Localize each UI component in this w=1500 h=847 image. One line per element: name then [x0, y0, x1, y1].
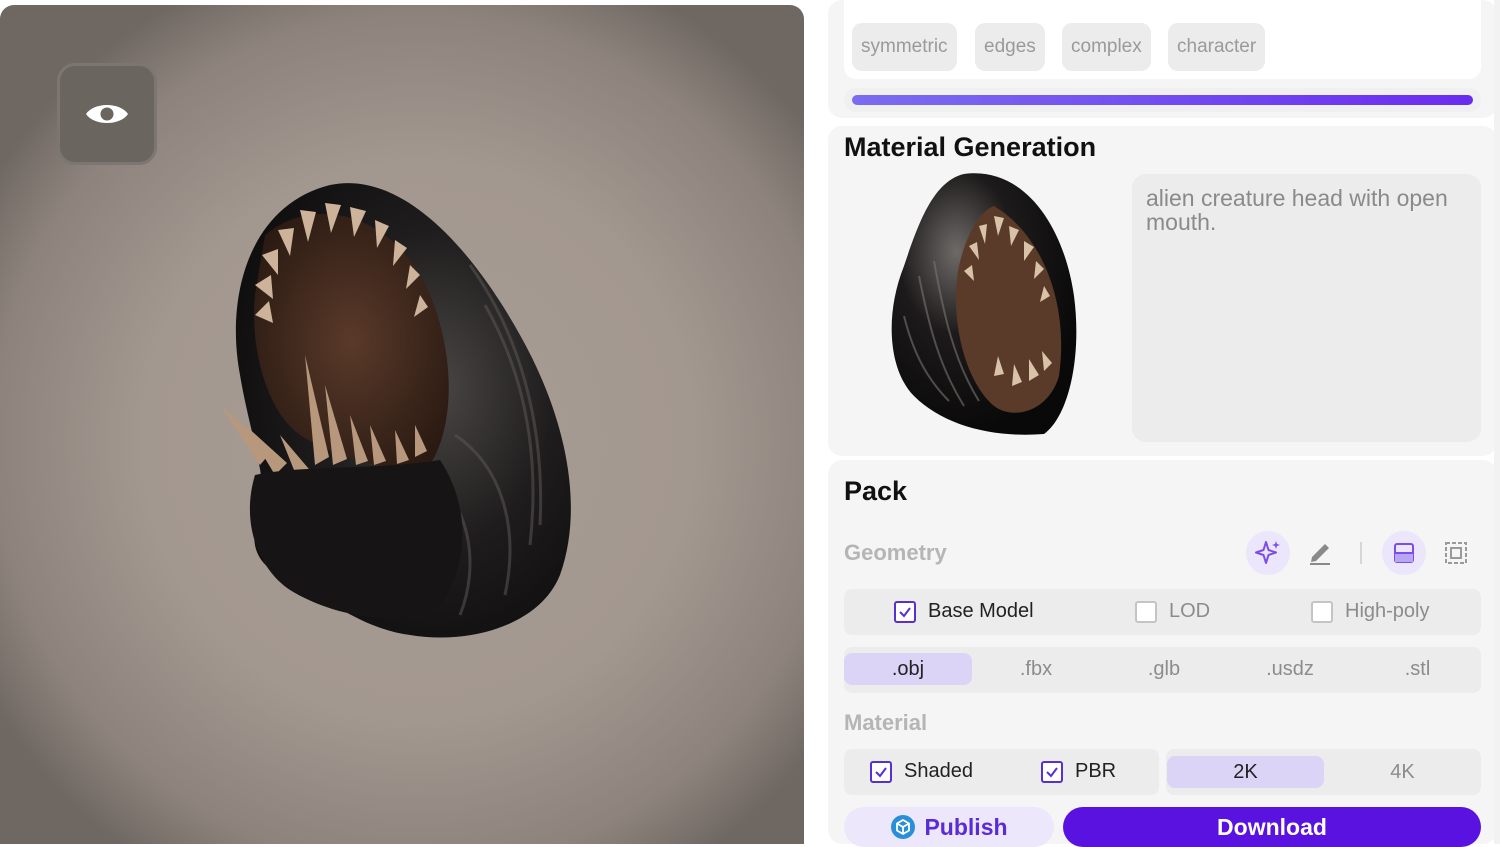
checkbox-icon — [1311, 600, 1333, 623]
publish-button[interactable]: Publish — [844, 807, 1054, 847]
bounding-box-button[interactable] — [1434, 531, 1478, 575]
tag-chip[interactable]: edges — [975, 23, 1045, 71]
model-viewport[interactable] — [0, 5, 804, 844]
cube-logo-icon — [891, 815, 916, 839]
ai-generate-button[interactable] — [1246, 531, 1290, 575]
section-title: Material Generation — [844, 132, 1097, 162]
option-label: Base Model — [928, 600, 1034, 622]
section-title: Pack — [844, 476, 908, 506]
sparkle-icon — [1255, 541, 1280, 564]
progress-bar — [844, 88, 1481, 112]
resolution-selector: 2K 4K — [1166, 749, 1481, 795]
checkbox-icon — [1135, 600, 1157, 623]
publish-label: Publish — [924, 813, 1008, 840]
progress-fill — [852, 95, 1473, 105]
tag-chip[interactable]: symmetric — [852, 23, 957, 71]
tag-list: symmetric edges complex character — [844, 0, 1481, 79]
format-option-usdz[interactable]: .usdz — [1226, 653, 1354, 685]
geometry-options-row: Base Model LOD High-poly — [844, 589, 1481, 635]
tag-chip[interactable]: character — [1168, 23, 1266, 71]
shaded-checkbox[interactable]: Shaded — [870, 760, 973, 783]
pbr-checkbox[interactable]: PBR — [1041, 760, 1116, 783]
checkbox-icon — [870, 760, 892, 783]
uv-layout-button[interactable] — [1382, 531, 1426, 575]
toolbar-divider — [1360, 542, 1362, 564]
format-option-glb[interactable]: .glb — [1100, 653, 1228, 685]
material-generation-card: Material Generation alien creature head … — [828, 126, 1497, 456]
resolution-option-2k[interactable]: 2K — [1167, 756, 1324, 788]
format-option-obj[interactable]: .obj — [844, 653, 972, 685]
format-option-stl[interactable]: .stl — [1354, 653, 1481, 685]
high-poly-checkbox[interactable]: High-poly — [1311, 600, 1429, 623]
resolution-option-4k[interactable]: 4K — [1324, 756, 1481, 788]
format-option-fbx[interactable]: .fbx — [972, 653, 1100, 685]
option-label: LOD — [1169, 600, 1211, 622]
geometry-label: Geometry — [844, 540, 947, 565]
download-button[interactable]: Download — [1063, 807, 1481, 847]
bounding-box-icon — [1445, 542, 1467, 564]
lod-checkbox[interactable]: LOD — [1135, 600, 1210, 623]
option-label: High-poly — [1345, 600, 1430, 622]
material-options-row: Shaded PBR — [844, 749, 1159, 795]
geometry-summary-card: symmetric edges complex character — [828, 0, 1497, 118]
material-prompt-textarea[interactable]: alien creature head with open mouth. — [1132, 174, 1481, 442]
checkbox-icon — [894, 600, 916, 623]
edit-button[interactable] — [1298, 531, 1342, 575]
side-panel: symmetric edges complex character Materi… — [828, 0, 1500, 847]
material-label: Material — [844, 710, 928, 735]
base-model-checkbox[interactable]: Base Model — [894, 600, 1034, 623]
visibility-toggle-button[interactable] — [57, 63, 157, 165]
option-label: Shaded — [904, 760, 973, 782]
format-selector: .obj .fbx .glb .usdz .stl — [844, 647, 1481, 693]
uv-layout-icon — [1394, 543, 1414, 563]
tag-chip[interactable]: complex — [1062, 23, 1151, 71]
material-preview-image[interactable] — [844, 166, 1114, 438]
scrollbar-track[interactable] — [1494, 0, 1500, 844]
checkbox-icon — [1041, 760, 1063, 783]
pencil-icon — [1310, 544, 1330, 565]
option-label: PBR — [1075, 760, 1117, 782]
eye-icon — [86, 105, 128, 123]
